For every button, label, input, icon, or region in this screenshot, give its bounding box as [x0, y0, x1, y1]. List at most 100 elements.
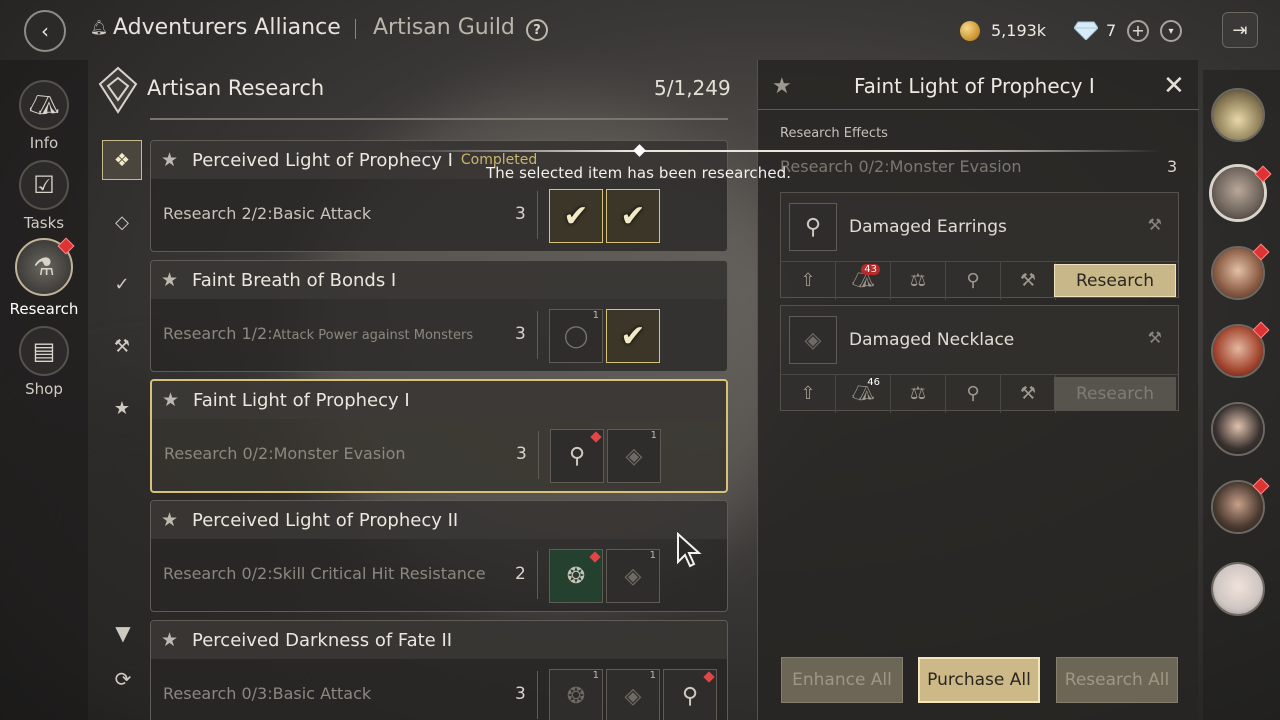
- back-icon: ‹: [41, 19, 49, 43]
- nav-item-info[interactable]: ⛺︎ Info: [0, 80, 88, 152]
- filter-anvil-button[interactable]: ⚒: [102, 326, 142, 366]
- nav-item-tasks[interactable]: ☑ Tasks: [0, 160, 88, 232]
- search-bag-icon[interactable]: ⚲: [946, 261, 1001, 300]
- divider: [537, 191, 538, 239]
- item-slot[interactable]: ✔: [606, 189, 660, 243]
- item-slot[interactable]: ◈ 1: [606, 669, 660, 720]
- alert-marker: [703, 671, 715, 683]
- scale-icon[interactable]: ⚖: [891, 374, 946, 413]
- tent-count-icon[interactable]: ⛺︎ 43: [836, 261, 891, 300]
- exit-icon: ⇥: [1232, 19, 1248, 41]
- earrings-icon: ⚲: [681, 683, 699, 709]
- upgrade-arrow-icon[interactable]: ⇧: [781, 261, 836, 300]
- research-card[interactable]: ★ Perceived Darkness of Fate II Research…: [150, 620, 728, 720]
- research-card[interactable]: ★ Perceived Light of Prophecy II Researc…: [150, 500, 728, 612]
- card-title: Faint Light of Prophecy I: [193, 389, 410, 411]
- check-icon: ✔: [563, 198, 589, 234]
- tent-count-icon[interactable]: ⛺︎ 46: [836, 374, 891, 413]
- filter-all-button[interactable]: ❖: [102, 140, 142, 180]
- research-card[interactable]: ★ Faint Breath of Bonds I Research 1/2:A…: [150, 260, 728, 372]
- favorite-star-icon[interactable]: ★: [162, 389, 182, 411]
- chest-icon: ▤: [19, 326, 69, 376]
- left-nav: ⛺︎ Info ☑ Tasks ⚗ Research ▤ Shop: [0, 60, 88, 720]
- card-header: ★ Faint Light of Prophecy I: [152, 381, 726, 419]
- research-effect: Research 0/2:Monster Evasion: [780, 157, 1022, 176]
- funnel-icon: ▼: [115, 621, 131, 645]
- avatar: [1213, 564, 1263, 614]
- card-body: Research 0/3:Basic Attack 3 ❂ 1 ◈ 1 ⚲: [151, 659, 727, 720]
- material-actions: ⇧ ⛺︎ 43 ⚖ ⚲ ⚒ Research: [781, 261, 1178, 300]
- ore-icon: ❂: [566, 563, 586, 589]
- add-gems-button[interactable]: +: [1127, 20, 1149, 42]
- slot-count: 1: [649, 670, 656, 681]
- research-all-button[interactable]: Research All: [1056, 657, 1178, 703]
- close-button[interactable]: ✕: [1163, 71, 1185, 101]
- earrings-icon: ⚲: [568, 443, 586, 469]
- refresh-button[interactable]: ⟳: [108, 664, 138, 694]
- purchase-all-button[interactable]: Purchase All: [918, 657, 1040, 703]
- filter-bar: ❖ ◇ ✓ ⚒ ★: [102, 140, 142, 450]
- material-header: ◈ Damaged Necklace ⚒: [781, 306, 1178, 374]
- search-bag-icon[interactable]: ⚲: [946, 374, 1001, 413]
- item-slot[interactable]: ◈ 1: [607, 429, 661, 483]
- filter-complete-button[interactable]: ✓: [102, 264, 142, 304]
- upgrade-arrow-icon[interactable]: ⇧: [781, 374, 836, 413]
- filter-favorite-button[interactable]: ★: [102, 388, 142, 428]
- item-slot[interactable]: ❂: [549, 549, 603, 603]
- gem-amount: 7: [1106, 21, 1117, 40]
- material-name: Damaged Necklace: [849, 330, 1015, 350]
- character-portrait[interactable]: [1211, 562, 1265, 616]
- research-card-selected[interactable]: ★ Faint Light of Prophecy I Research 0/2…: [150, 379, 728, 493]
- research-detail-panel: ★ Faint Light of Prophecy I ✕ Research E…: [757, 60, 1199, 720]
- research-level: 3: [516, 444, 527, 464]
- back-button[interactable]: ‹: [24, 10, 66, 52]
- favorite-star-icon[interactable]: ★: [161, 269, 181, 291]
- anvil-icon[interactable]: ⚒: [1001, 261, 1056, 300]
- nav-item-research[interactable]: ⚗ Research: [0, 238, 88, 318]
- favorite-star-icon[interactable]: ★: [161, 149, 181, 171]
- anvil-icon: ⚒: [1147, 215, 1162, 234]
- anvil-icon[interactable]: ⚒: [1001, 374, 1056, 413]
- breadcrumb-sub[interactable]: Artisan Guild: [373, 15, 515, 40]
- help-button[interactable]: ?: [526, 19, 548, 41]
- card-title: Perceived Darkness of Fate II: [192, 629, 453, 651]
- nav-item-shop[interactable]: ▤ Shop: [0, 326, 88, 398]
- favorite-star-icon[interactable]: ★: [161, 629, 181, 651]
- filter-incomplete-button[interactable]: ◇: [102, 202, 142, 242]
- scale-icon[interactable]: ⚖: [891, 261, 946, 300]
- alert-marker: [589, 551, 601, 563]
- research-button[interactable]: Research: [1054, 377, 1176, 410]
- star-icon: ★: [113, 397, 131, 419]
- necklace-icon: ◈: [789, 316, 837, 364]
- character-portrait[interactable]: [1211, 402, 1265, 456]
- research-button[interactable]: Research: [1054, 264, 1176, 297]
- item-slot[interactable]: ⚲: [663, 669, 717, 720]
- necklace-icon: ◈: [625, 443, 643, 469]
- slot-count: 1: [650, 430, 657, 441]
- breadcrumb-main[interactable]: Adventurers Alliance: [113, 15, 341, 40]
- nav-label: Info: [29, 134, 59, 152]
- item-slot[interactable]: ◯ 1: [549, 309, 603, 363]
- exit-button[interactable]: ⇥: [1222, 12, 1258, 48]
- material-header: ⚲ Damaged Earrings ⚒: [781, 193, 1178, 261]
- item-slot[interactable]: ✔: [549, 189, 603, 243]
- avatar: [1213, 404, 1263, 454]
- research-card[interactable]: ★ Perceived Light of Prophecy I Complete…: [150, 140, 728, 252]
- item-slot[interactable]: ⚲: [550, 429, 604, 483]
- slot-count: 1: [592, 670, 599, 681]
- currency-dropdown-button[interactable]: ▾: [1160, 20, 1182, 42]
- item-slot[interactable]: ◈ 1: [606, 549, 660, 603]
- item-slot[interactable]: ✔: [606, 309, 660, 363]
- character-portrait[interactable]: [1211, 88, 1265, 142]
- nav-label: Shop: [25, 380, 63, 398]
- favorite-star-icon[interactable]: ★: [161, 509, 181, 531]
- divider: [538, 431, 539, 479]
- favorite-star-icon[interactable]: ★: [772, 74, 792, 99]
- research-effect-level: 3: [1167, 157, 1178, 176]
- card-header: ★ Faint Breath of Bonds I: [151, 261, 727, 299]
- diamond-check-icon: ✓: [114, 273, 130, 295]
- panel-title: Artisan Research: [147, 76, 325, 100]
- enhance-all-button[interactable]: Enhance All: [781, 657, 903, 703]
- sort-filter-button[interactable]: ▼: [108, 618, 138, 648]
- item-slot[interactable]: ❂ 1: [549, 669, 603, 720]
